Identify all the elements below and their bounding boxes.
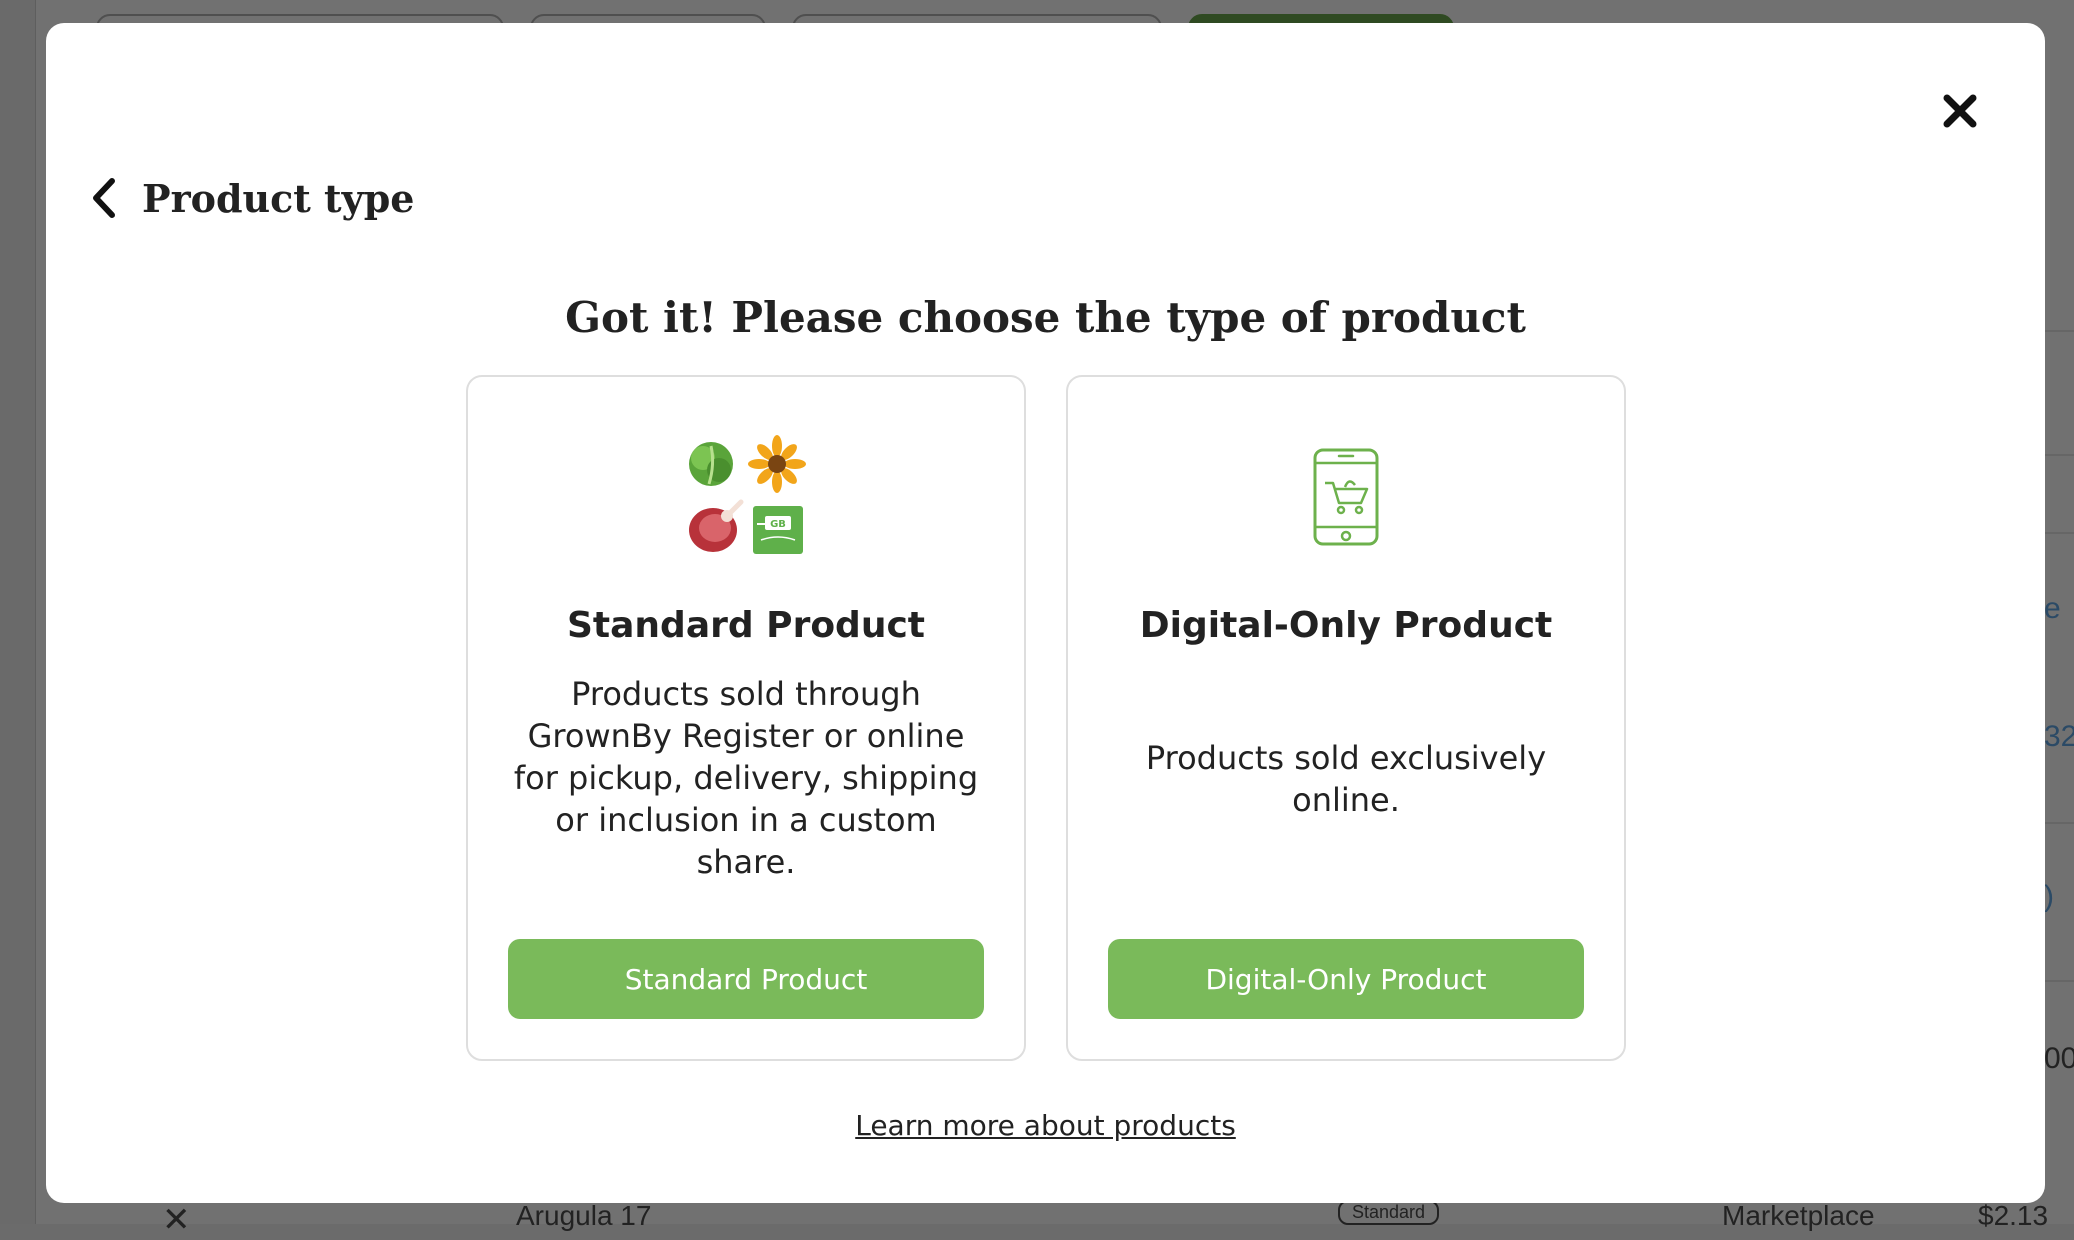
phone-cart-icon [1068,427,1624,567]
learn-more-link[interactable]: Learn more about products [855,1109,1236,1142]
standard-product-description: Products sold through GrownBy Register o… [513,675,979,881]
close-icon [1943,94,1977,128]
page-title: Product type [142,175,415,221]
chevron-left-icon [93,178,115,218]
digital-only-product-button[interactable]: Digital-Only Product [1108,939,1584,1019]
standard-product-button[interactable]: Standard Product [508,939,984,1019]
back-button[interactable] [86,173,122,223]
standard-product-title: Standard Product [567,605,925,646]
choose-type-prompt: Got it! Please choose the type of produc… [565,293,1526,342]
lettuce-icon [689,442,733,486]
close-button[interactable] [1931,82,1989,140]
digital-only-product-title: Digital-Only Product [1139,605,1553,646]
meat-icon [689,499,744,552]
product-type-modal: Product type Got it! Please choose the t… [46,23,2045,1203]
digital-only-product-description: Products sold exclusively online. [1145,739,1547,819]
produce-collage-icon: GB [468,427,1024,567]
sunflower-icon [748,435,806,493]
standard-product-card[interactable]: GB Standard Product Products sold throug… [466,375,1026,1061]
modal-header: Product type [86,163,414,233]
digital-only-product-card[interactable]: Digital-Only Product Products sold exclu… [1066,375,1626,1061]
register-badge-icon: GB [753,506,803,554]
learn-more-container: Learn more about products [46,1109,2045,1142]
svg-text:GB: GB [770,519,786,530]
